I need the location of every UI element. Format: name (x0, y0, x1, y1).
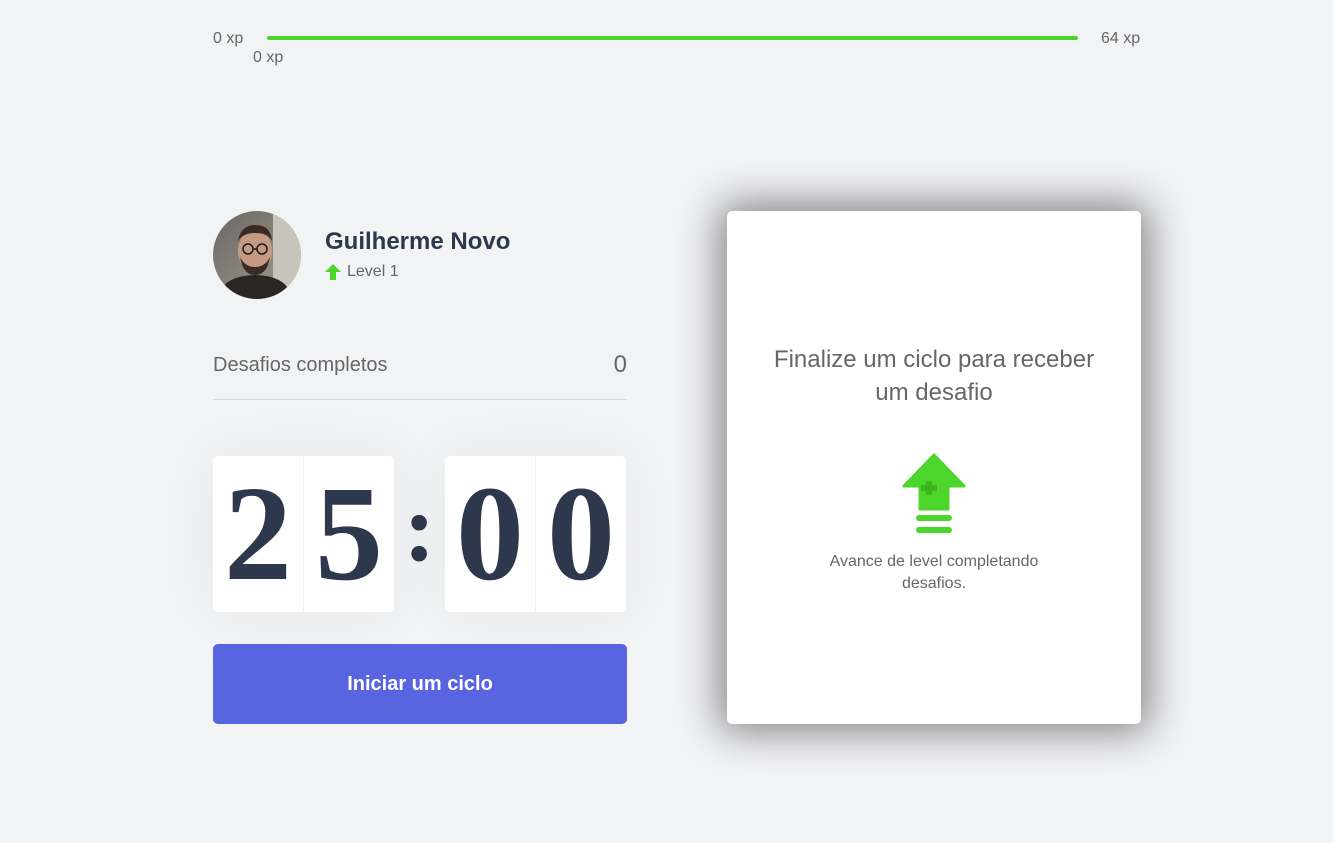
level-label: Level 1 (347, 263, 399, 280)
challenge-box-title: Finalize um ciclo para receber um desafi… (773, 346, 1095, 406)
xp-current-label: 0 xp (253, 49, 284, 66)
second-right-digit: 0 (535, 456, 626, 612)
xp-track (267, 36, 1078, 40)
completed-challenges-label: Desafios completos (213, 354, 388, 376)
completed-challenges-count: 0 (613, 351, 627, 378)
seconds: 0 0 (445, 456, 626, 612)
challenge-box: Finalize um ciclo para receber um desafi… (727, 211, 1141, 724)
challenge-box-hint: Avance de level completando desafios. (829, 553, 1039, 592)
minute-right-digit: 5 (303, 456, 394, 612)
user-avatar-photo (213, 211, 301, 299)
level-up-icon (902, 453, 966, 533)
countdown: 2 5 : 0 0 (213, 456, 626, 612)
completed-challenges: Desafios completos 0 (213, 351, 627, 400)
countdown-separator: : (403, 473, 436, 581)
level-row: Level 1 (325, 263, 399, 281)
avatar (213, 211, 301, 299)
profile-name: Guilherme Novo (325, 228, 511, 255)
xp-max-label: 64 xp (1101, 30, 1141, 47)
arrow-up-icon (325, 264, 341, 280)
xp-fill (267, 36, 1078, 40)
xp-min-label: 0 xp (213, 30, 244, 47)
minutes: 2 5 (213, 456, 394, 612)
minute-left-digit: 2 (224, 459, 292, 609)
second-left-digit: 0 (456, 459, 524, 609)
start-cycle-button[interactable]: Iniciar um ciclo (213, 644, 627, 724)
